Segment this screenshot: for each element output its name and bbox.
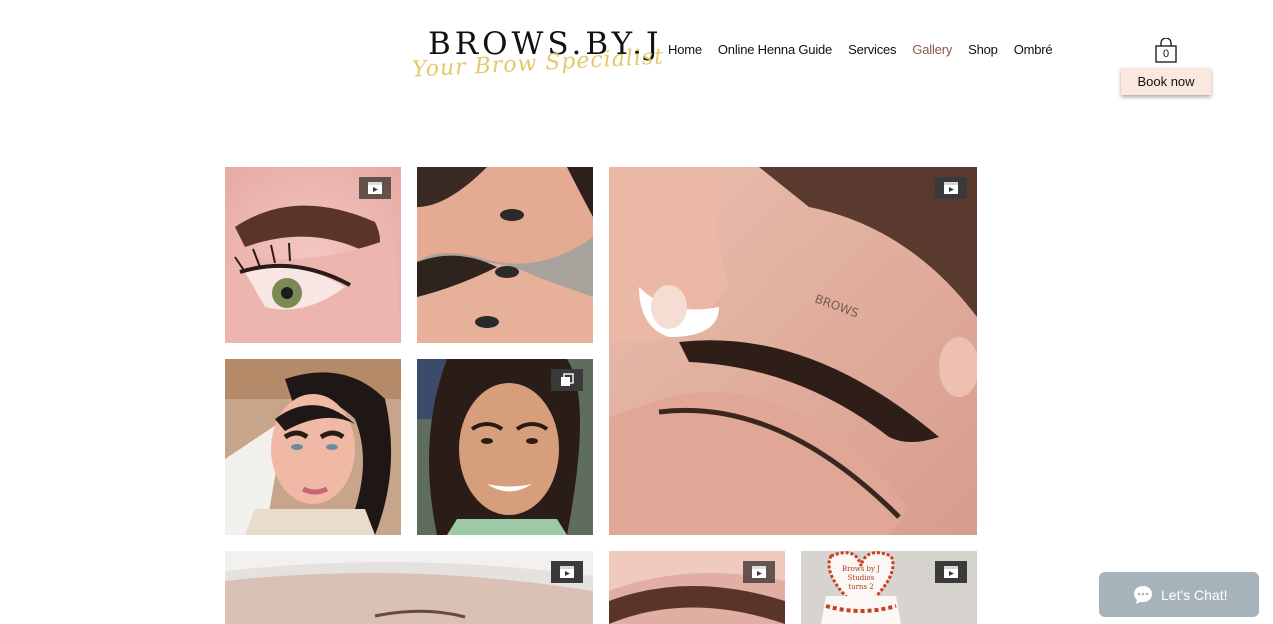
client-dark-hair-image bbox=[225, 359, 401, 535]
nav-online-henna-guide[interactable]: Online Henna Guide bbox=[718, 41, 832, 59]
nav-services[interactable]: Services bbox=[848, 41, 896, 59]
multiple-images-badge bbox=[551, 369, 583, 391]
brow-treatment-image bbox=[225, 551, 593, 624]
two-faces-image bbox=[417, 167, 593, 343]
video-badge bbox=[935, 177, 967, 199]
main-nav: Home Online Henna Guide Services Gallery… bbox=[668, 41, 1068, 59]
cart-count: 0 bbox=[1162, 48, 1170, 60]
video-badge bbox=[743, 561, 775, 583]
video-icon bbox=[368, 182, 382, 194]
video-icon bbox=[944, 566, 958, 578]
gallery-item-brow-lamination[interactable]: BROWS bbox=[609, 167, 977, 535]
nav-ombre[interactable]: Ombré bbox=[1014, 41, 1053, 59]
video-badge bbox=[551, 561, 583, 583]
video-icon bbox=[560, 566, 574, 578]
chat-button[interactable]: Let's Chat! bbox=[1099, 572, 1259, 617]
video-icon bbox=[944, 182, 958, 194]
gallery-item-brow-treatment[interactable] bbox=[225, 551, 593, 624]
cart-button[interactable]: 0 bbox=[1154, 38, 1178, 64]
gallery-item-two-faces[interactable] bbox=[417, 167, 593, 343]
brow-lamination-image: BROWS bbox=[609, 167, 977, 535]
gallery-item-brow-closeup[interactable] bbox=[225, 167, 401, 343]
video-badge bbox=[935, 561, 967, 583]
book-now-button[interactable]: Book now bbox=[1121, 68, 1211, 95]
gallery-item-brow-closeup-2[interactable] bbox=[609, 551, 785, 624]
nav-home[interactable]: Home bbox=[668, 41, 702, 59]
nav-gallery[interactable]: Gallery bbox=[912, 41, 952, 59]
gallery-item-client-smiling[interactable] bbox=[417, 359, 593, 535]
chat-label: Let's Chat! bbox=[1161, 586, 1228, 603]
nav-shop[interactable]: Shop bbox=[968, 41, 998, 59]
site-logo[interactable]: BROWS.BY.J Your Brow Specialist bbox=[410, 26, 665, 83]
video-badge bbox=[359, 177, 391, 199]
cake-text: Brows by J bbox=[842, 565, 880, 573]
gallery-item-heart-cake[interactable]: Brows by J Studios turns 2 bbox=[801, 551, 977, 624]
multiple-images-icon bbox=[561, 373, 574, 386]
cake-text-3: turns 2 bbox=[848, 583, 873, 591]
cake-text-2: Studios bbox=[848, 574, 875, 582]
chat-bubble-icon bbox=[1132, 584, 1154, 606]
video-icon bbox=[752, 566, 766, 578]
gallery-item-client-dark-hair[interactable] bbox=[225, 359, 401, 535]
